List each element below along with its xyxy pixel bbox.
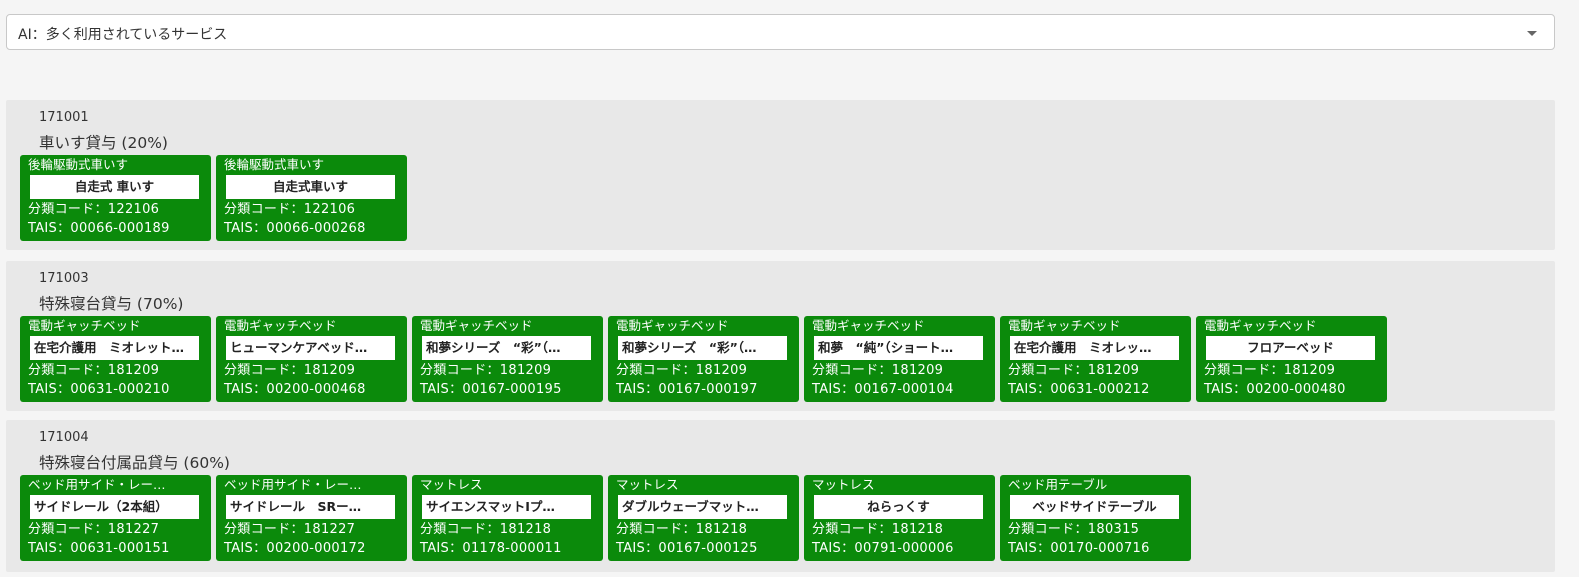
product-name: サイドレール SRー… — [226, 495, 395, 519]
tais-code: TAIS：00170-000716 — [1008, 541, 1150, 556]
product-card-list: 後輪駆動式車いす自走式 車いす分類コード：122106 TAIS：00066-00… — [20, 155, 407, 241]
service-code: 171004 — [39, 430, 89, 445]
product-name: 和夢 “純”（ショート… — [814, 336, 983, 360]
product-card[interactable]: 後輪駆動式車いす自走式 車いす分類コード：122106 TAIS：00066-00… — [20, 155, 211, 241]
tais-code: TAIS：00167-000195 — [420, 382, 562, 397]
product-card-list: ベッド用サイド・レー… サイドレール（2本組） 分類コード：181227 TAIS：0… — [20, 475, 1191, 561]
product-name: 在宅介護用 ミオレッ… — [1010, 336, 1179, 360]
tais-code: TAIS：00200-000468 — [224, 382, 366, 397]
product-card[interactable]: 電動ギャッチベッド在宅介護用 ミオレット… 分類コード：181209 TAIS：00… — [20, 316, 211, 402]
tais-code: TAIS：00167-000104 — [812, 382, 954, 397]
service-title: 特殊寝台貸与 (70%) — [39, 295, 184, 313]
product-category: マットレス — [812, 477, 875, 492]
product-card[interactable]: マットレスねらっくす分類コード：181218 TAIS：00791-000006 — [804, 475, 995, 561]
tais-code: TAIS：00066-000268 — [224, 221, 366, 236]
product-category: 後輪駆動式車いす — [28, 157, 129, 172]
chevron-down-icon[interactable] — [1527, 31, 1537, 36]
classification-code: 分類コード：181209 — [28, 363, 160, 378]
product-card[interactable]: 電動ギャッチベッド和夢シリーズ “彩”（… 分類コード：181209 TAIS：00… — [608, 316, 799, 402]
classification-code: 分類コード：181227 — [224, 522, 356, 537]
classification-code: 分類コード：181209 — [420, 363, 552, 378]
tais-code: TAIS：00200-000172 — [224, 541, 366, 556]
product-category: 電動ギャッチベッド — [1008, 318, 1121, 333]
tais-code: TAIS：01178-000011 — [420, 541, 562, 556]
product-category: 電動ギャッチベッド — [1204, 318, 1317, 333]
tais-code: TAIS：00631-000151 — [28, 541, 170, 556]
service-group-171003: 171003 特殊寝台貸与 (70%) 電動ギャッチベッド在宅介護用 ミオレット… — [6, 261, 1555, 411]
service-group-171004: 171004 特殊寝台付属品貸与 (60%) ベッド用サイド・レー… サイドレール… — [6, 420, 1555, 572]
tais-code: TAIS：00167-000125 — [616, 541, 758, 556]
classification-code: 分類コード：181227 — [28, 522, 160, 537]
service-group-171001: 171001 車いす貸与 (20%) 後輪駆動式車いす自走式 車いす分類コード：… — [6, 100, 1555, 250]
product-name: 自走式 車いす — [30, 175, 199, 199]
classification-code: 分類コード：181218 — [812, 522, 944, 537]
tais-code: TAIS：00631-000210 — [28, 382, 170, 397]
tais-code: TAIS：00631-000212 — [1008, 382, 1150, 397]
product-category: ベッド用テーブル — [1008, 477, 1108, 492]
tais-code: TAIS：00066-000189 — [28, 221, 170, 236]
product-card[interactable]: マットレスダブルウェーブマット… 分類コード：181218 TAIS：00167-0… — [608, 475, 799, 561]
tais-code: TAIS：00167-000197 — [616, 382, 758, 397]
product-card[interactable]: ベッド用サイド・レー… サイドレール（2本組） 分類コード：181227 TAIS：0… — [20, 475, 211, 561]
product-name: サイドレール（2本組） — [30, 495, 199, 519]
product-card[interactable]: マットレスサイエンスマットIプ… 分類コード：181218 TAIS：01178-0… — [412, 475, 603, 561]
product-category: 後輪駆動式車いす — [224, 157, 325, 172]
product-category: 電動ギャッチベッド — [28, 318, 141, 333]
product-name: ベッドサイドテーブル — [1010, 495, 1179, 519]
product-name: フロアーベッド — [1206, 336, 1375, 360]
tais-code: TAIS：00200-000480 — [1204, 382, 1346, 397]
service-select-value: AI：多く利用されているサービス — [18, 27, 228, 43]
classification-code: 分類コード：180315 — [1008, 522, 1140, 537]
product-name: 和夢シリーズ “彩”（… — [422, 336, 591, 360]
product-name: サイエンスマットIプ… — [422, 495, 591, 519]
product-name: ヒューマンケアベッド… — [226, 336, 395, 360]
product-card[interactable]: 電動ギャッチベッドヒューマンケアベッド… 分類コード：181209 TAIS：002… — [216, 316, 407, 402]
product-card[interactable]: ベッド用テーブルベッドサイドテーブル分類コード：180315 TAIS：00170… — [1000, 475, 1191, 561]
classification-code: 分類コード：181218 — [420, 522, 552, 537]
product-name: 和夢シリーズ “彩”（… — [618, 336, 787, 360]
product-card[interactable]: 後輪駆動式車いす自走式車いす分類コード：122106 TAIS：00066-000… — [216, 155, 407, 241]
product-card[interactable]: 電動ギャッチベッドフロアーベッド分類コード：181209 TAIS：00200-0… — [1196, 316, 1387, 402]
product-category: 電動ギャッチベッド — [616, 318, 729, 333]
service-select[interactable]: AI：多く利用されているサービス — [6, 14, 1555, 50]
service-title: 特殊寝台付属品貸与 (60%) — [39, 454, 230, 472]
product-name: 在宅介護用 ミオレット… — [30, 336, 199, 360]
product-name: 自走式車いす — [226, 175, 395, 199]
product-card-list: 電動ギャッチベッド在宅介護用 ミオレット… 分類コード：181209 TAIS：00… — [20, 316, 1387, 402]
classification-code: 分類コード：181209 — [224, 363, 356, 378]
product-category: 電動ギャッチベッド — [420, 318, 533, 333]
product-name: ねらっくす — [814, 495, 983, 519]
product-card[interactable]: 電動ギャッチベッド和夢シリーズ “彩”（… 分類コード：181209 TAIS：00… — [412, 316, 603, 402]
service-title: 車いす貸与 (20%) — [39, 134, 168, 152]
classification-code: 分類コード：181209 — [1008, 363, 1140, 378]
classification-code: 分類コード：122106 — [224, 202, 356, 217]
product-category: マットレス — [616, 477, 679, 492]
product-card[interactable]: 電動ギャッチベッド在宅介護用 ミオレッ… 分類コード：181209 TAIS：006… — [1000, 316, 1191, 402]
classification-code: 分類コード：122106 — [28, 202, 160, 217]
product-card[interactable]: ベッド用サイド・レー… サイドレール SRー… 分類コード：181227 TAIS：0… — [216, 475, 407, 561]
product-category: 電動ギャッチベッド — [812, 318, 925, 333]
classification-code: 分類コード：181218 — [616, 522, 748, 537]
classification-code: 分類コード：181209 — [812, 363, 944, 378]
product-category: ベッド用サイド・レー… — [28, 477, 166, 492]
product-category: ベッド用サイド・レー… — [224, 477, 362, 492]
product-category: マットレス — [420, 477, 483, 492]
service-code: 171001 — [39, 110, 89, 125]
service-code: 171003 — [39, 271, 89, 286]
product-category: 電動ギャッチベッド — [224, 318, 337, 333]
classification-code: 分類コード：181209 — [1204, 363, 1336, 378]
classification-code: 分類コード：181209 — [616, 363, 748, 378]
product-name: ダブルウェーブマット… — [618, 495, 787, 519]
tais-code: TAIS：00791-000006 — [812, 541, 954, 556]
product-card[interactable]: 電動ギャッチベッド和夢 “純”（ショート… 分類コード：181209 TAIS：00… — [804, 316, 995, 402]
